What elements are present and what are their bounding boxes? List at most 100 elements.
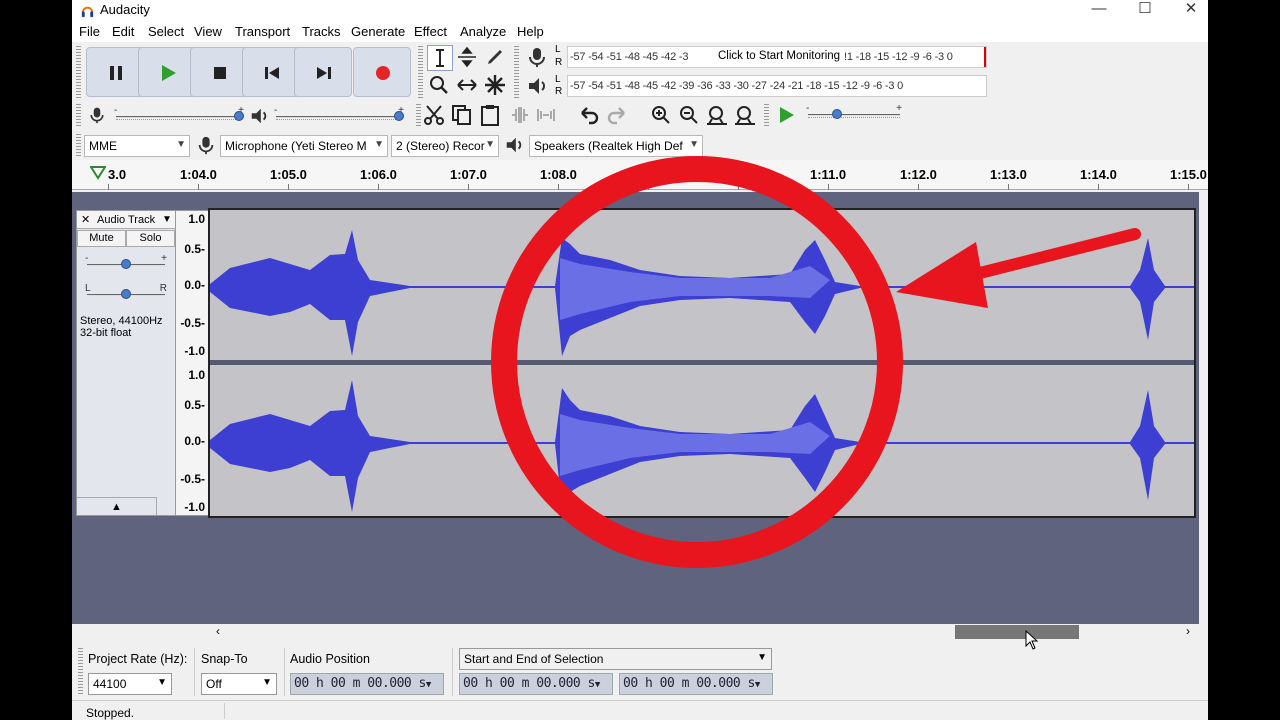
scrollbar-thumb[interactable]	[955, 625, 1079, 639]
collapse-track-button[interactable]: ▲	[77, 497, 157, 515]
redo-icon[interactable]	[605, 103, 629, 127]
meter-right-label: R	[555, 57, 563, 68]
toolbar-grip[interactable]	[514, 46, 519, 98]
scroll-left-icon[interactable]: ‹	[216, 624, 220, 638]
selection-tool[interactable]	[427, 45, 453, 71]
microphone-icon[interactable]	[526, 46, 548, 68]
project-rate-select[interactable]: 44100 ▼	[88, 673, 172, 695]
slider-knob[interactable]	[234, 111, 244, 121]
slider-knob[interactable]	[121, 259, 131, 269]
waveform-area[interactable]	[208, 208, 1196, 518]
recording-volume-slider[interactable]: - +	[112, 105, 246, 123]
play-at-speed-icon[interactable]	[776, 105, 796, 125]
track-gain-slider[interactable]: - +	[83, 253, 169, 271]
zoom-in-icon[interactable]	[649, 103, 673, 127]
pause-button[interactable]	[86, 47, 144, 97]
menu-view[interactable]: View	[194, 24, 222, 39]
selection-mode-select[interactable]: Start and End of Selection ▼	[459, 648, 772, 670]
toolbar-grip[interactable]	[764, 104, 769, 128]
recording-device-value: Microphone (Yeti Stereo M	[225, 139, 367, 153]
snap-to-value: Off	[206, 677, 222, 691]
toolbar-grip[interactable]	[76, 104, 81, 128]
mute-button[interactable]: Mute	[77, 230, 126, 247]
zoom-out-icon[interactable]	[677, 103, 701, 127]
toolbar-grip[interactable]	[418, 46, 423, 98]
fit-selection-icon[interactable]	[705, 103, 729, 127]
menu-help[interactable]: Help	[517, 24, 544, 39]
fit-project-icon[interactable]	[733, 103, 757, 127]
slider-knob[interactable]	[394, 111, 404, 121]
cut-icon[interactable]	[422, 103, 446, 127]
snap-to-select[interactable]: Off ▼	[201, 673, 277, 695]
monitoring-hint[interactable]: Click to Start Monitoring	[716, 47, 843, 65]
trim-icon[interactable]	[508, 103, 532, 127]
menu-select[interactable]: Select	[148, 24, 184, 39]
horizontal-scrollbar[interactable]: ‹ ›	[208, 624, 1200, 640]
playback-meter[interactable]: -57 -54 -51 -48 -45 -42 -39 -36 -33 -30 …	[567, 75, 987, 97]
toolbar-grip[interactable]	[78, 648, 83, 696]
project-rate-label: Project Rate (Hz):	[88, 652, 188, 666]
slider-min-label: -	[274, 105, 278, 116]
skip-to-start-button[interactable]	[242, 47, 300, 97]
track-control-panel[interactable]: ✕ Audio Track ▼ Mute Solo - + L R Stereo…	[76, 210, 176, 516]
toolbar-grip[interactable]	[76, 134, 81, 158]
solo-button[interactable]: Solo	[126, 230, 175, 247]
toolbar-grip[interactable]	[76, 46, 81, 98]
minimize-button[interactable]: —	[1076, 0, 1122, 22]
record-button[interactable]	[353, 47, 411, 97]
close-button[interactable]: ✕	[1168, 0, 1208, 22]
timeline-ruler[interactable]: 3.0 1:04.0 1:05.0 1:06.0 1:07.0 1:08.0 1…	[72, 160, 1208, 190]
play-button[interactable]	[138, 47, 196, 97]
playback-device-select[interactable]: Speakers (Realtek High Def ▼	[529, 135, 703, 157]
ruler-label: 1:11.0	[810, 167, 847, 182]
audio-position-value: 00 h 00 m 00.000 s	[294, 676, 426, 691]
play-head-icon[interactable]	[90, 166, 106, 180]
slider-knob[interactable]	[121, 289, 131, 299]
recording-meter[interactable]: -57 -54 -51 -48 -45 -42 -3 Click to Star…	[567, 46, 987, 68]
draw-tool[interactable]	[483, 45, 509, 71]
amplitude-label: 1.0	[188, 368, 205, 382]
zoom-tool[interactable]	[427, 73, 453, 99]
gain-min-label: -	[85, 253, 89, 264]
track-menu-arrow-icon[interactable]: ▼	[162, 214, 172, 225]
skip-end-icon	[317, 67, 331, 79]
menu-edit[interactable]: Edit	[112, 24, 134, 39]
selection-start-field[interactable]: 00 h 00 m 00.000 s▼	[459, 673, 613, 695]
selection-end-field[interactable]: 00 h 00 m 00.000 s▼	[619, 673, 773, 695]
track-name-bar[interactable]: ✕ Audio Track ▼	[77, 211, 175, 229]
vertical-scrollbar[interactable]	[1199, 192, 1208, 624]
playback-device-value: Speakers (Realtek High Def	[534, 139, 683, 153]
undo-icon[interactable]	[577, 103, 601, 127]
silence-icon[interactable]	[534, 103, 558, 127]
mouse-cursor-icon	[1025, 630, 1039, 650]
copy-icon[interactable]	[450, 103, 474, 127]
amplitude-ruler[interactable]: 1.0 0.5- 0.0- -0.5- -1.0 1.0 0.5- 0.0- -…	[176, 210, 208, 516]
slider-knob[interactable]	[832, 109, 842, 119]
paste-icon[interactable]	[478, 103, 502, 127]
skip-to-end-button[interactable]	[294, 47, 352, 97]
playback-volume-slider[interactable]: - +	[272, 105, 406, 123]
toolbar-grip[interactable]	[416, 104, 421, 128]
audio-position-field[interactable]: 00 h 00 m 00.000 s▼	[290, 673, 444, 695]
chevron-down-icon: ▼	[485, 139, 495, 150]
time-shift-tool[interactable]	[455, 73, 481, 99]
maximize-button[interactable]: ☐	[1122, 0, 1168, 22]
menu-analyze[interactable]: Analyze	[460, 24, 506, 39]
track-pan-slider[interactable]: L R	[83, 283, 169, 301]
menu-effect[interactable]: Effect	[414, 24, 447, 39]
audio-host-select[interactable]: MME ▼	[84, 135, 190, 157]
multi-tool[interactable]	[483, 73, 509, 99]
menu-file[interactable]: File	[79, 24, 100, 39]
menu-tracks[interactable]: Tracks	[302, 24, 341, 39]
stop-button[interactable]	[190, 47, 248, 97]
track-close-button[interactable]: ✕	[81, 213, 90, 226]
envelope-tool[interactable]	[455, 45, 481, 71]
menu-transport[interactable]: Transport	[235, 24, 290, 39]
menu-generate[interactable]: Generate	[351, 24, 405, 39]
recording-device-select[interactable]: Microphone (Yeti Stereo M ▼	[220, 135, 388, 157]
recording-channels-select[interactable]: 2 (Stereo) Recor ▼	[391, 135, 499, 157]
track-name[interactable]: Audio Track	[97, 214, 155, 226]
scroll-right-icon[interactable]: ›	[1186, 624, 1190, 638]
play-speed-slider[interactable]: - +	[804, 103, 904, 121]
speaker-icon[interactable]	[526, 75, 548, 97]
